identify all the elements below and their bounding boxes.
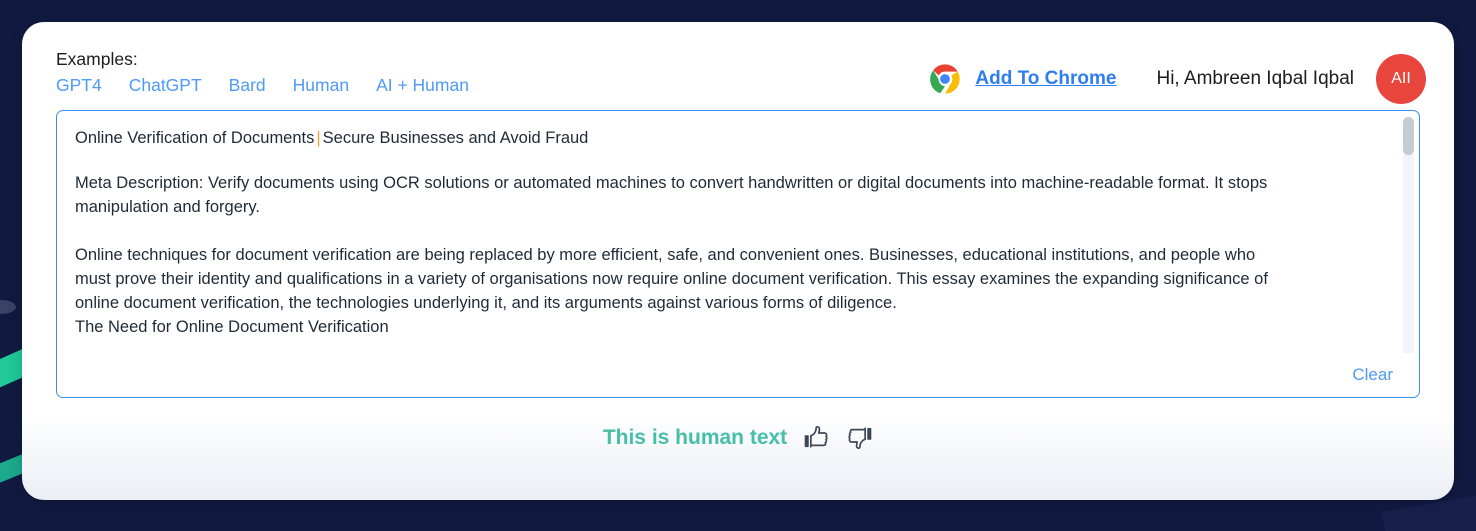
meta-description-line-2: manipulation and forgery. xyxy=(75,197,260,216)
thumbs-up-icon[interactable] xyxy=(803,424,830,451)
scrollbar-thumb[interactable] xyxy=(1403,117,1414,155)
document-title: Online Verification of Documents | Secure … xyxy=(75,129,1389,148)
body-paragraph: Online techniques for document verificat… xyxy=(75,244,1389,340)
example-link-bard[interactable]: Bard xyxy=(229,75,266,96)
main-card: Examples: GPT4 ChatGPT Bard Human AI + H… xyxy=(22,22,1454,500)
user-greeting: Hi, Ambreen Iqbal Iqbal xyxy=(1156,68,1354,89)
verdict-row: This is human text xyxy=(22,424,1454,451)
text-editor[interactable]: Online Verification of Documents | Secure … xyxy=(56,110,1420,398)
meta-description-line-1: Meta Description: Verify documents using… xyxy=(75,174,1268,192)
card-header: Examples: GPT4 ChatGPT Bard Human AI + H… xyxy=(22,22,1454,110)
example-link-human[interactable]: Human xyxy=(293,75,349,96)
document-title-main: Online Verification of Documents xyxy=(75,129,315,147)
verdict-text: This is human text xyxy=(602,425,788,449)
example-link-chatgpt[interactable]: ChatGPT xyxy=(129,75,202,96)
chrome-icon xyxy=(929,63,961,95)
vertical-scrollbar[interactable] xyxy=(1403,117,1414,353)
clear-button[interactable]: Clear xyxy=(1352,365,1393,385)
examples-block: Examples: GPT4 ChatGPT Bard Human AI + H… xyxy=(56,48,469,96)
body-line-4: The Need for Online Document Verificatio… xyxy=(75,317,389,336)
editor-footer: Clear xyxy=(57,353,1419,397)
thumbs-down-icon[interactable] xyxy=(846,424,873,451)
examples-label: Examples: xyxy=(56,49,138,69)
header-right: Add To Chrome Hi, Ambreen Iqbal Iqbal AI… xyxy=(929,48,1426,104)
meta-description-paragraph: Meta Description: Verify documents using… xyxy=(75,172,1389,220)
example-link-ai-plus-human[interactable]: AI + Human xyxy=(376,75,469,96)
document-title-separator: | xyxy=(316,129,321,147)
examples-links: GPT4 ChatGPT Bard Human AI + Human xyxy=(56,75,469,96)
editor-body[interactable]: Online Verification of Documents | Secure … xyxy=(57,111,1419,353)
body-line-1: Online techniques for document verificat… xyxy=(75,245,1256,264)
body-line-2: must prove their identity and qualificat… xyxy=(75,269,1268,288)
add-to-chrome-link[interactable]: Add To Chrome xyxy=(975,68,1116,90)
document-title-sub: Secure Businesses and Avoid Fraud xyxy=(322,129,589,147)
body-line-3: online document verification, the techno… xyxy=(75,293,897,312)
decor-ellipse xyxy=(0,300,16,314)
example-link-gpt4[interactable]: GPT4 xyxy=(56,75,102,96)
avatar[interactable]: AII xyxy=(1376,54,1426,104)
